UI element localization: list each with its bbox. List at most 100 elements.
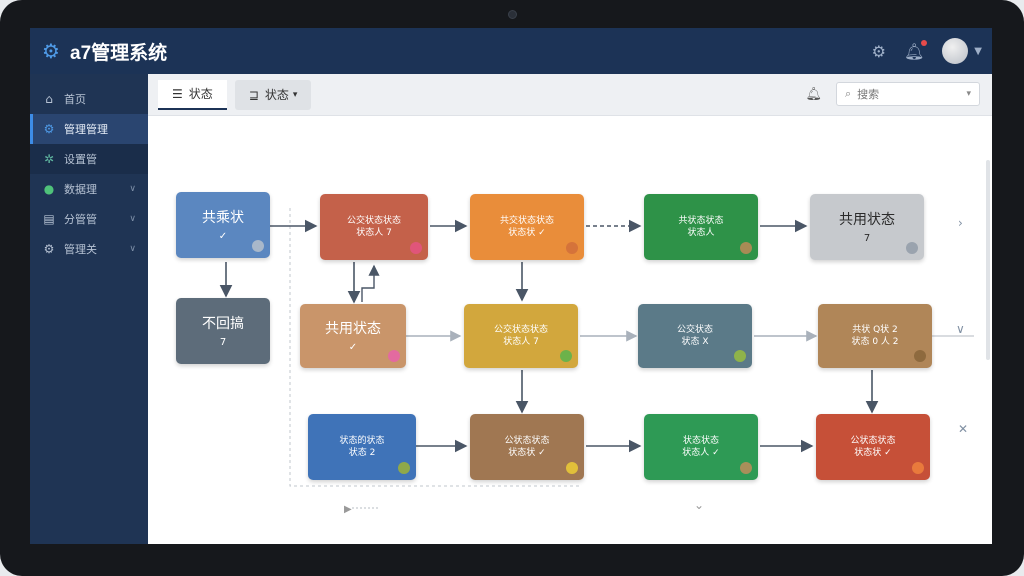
close-icon[interactable]: ✕ <box>958 422 968 436</box>
top-bar: ⚙ a7管理系统 ⚙ 🔔︎ ▼ <box>30 28 992 74</box>
flow-node[interactable]: 公交状态 状态 X <box>638 304 752 368</box>
flow-node[interactable]: 公状态状态 状态状 ✓ <box>470 414 584 480</box>
node-subtitle: 状态状 ✓ <box>508 228 546 238</box>
notification-dot <box>921 39 928 46</box>
gear-logo-icon: ⚙ <box>42 39 60 63</box>
flow-node[interactable]: 状态的状态 状态 2 <box>308 414 416 480</box>
status-dot <box>252 240 264 252</box>
node-title: 公状态状态 <box>850 436 896 446</box>
node-subtitle: 状态 0 人 2 <box>851 337 899 347</box>
chevron-down-icon: ∨ <box>129 214 136 224</box>
chevron-down-icon[interactable]: ▾ <box>966 89 971 99</box>
flow-node[interactable]: 共乘状 ✓ <box>176 192 270 258</box>
calendar-icon: ▤ <box>43 212 55 226</box>
avatar[interactable] <box>942 38 969 64</box>
status-dot <box>388 350 400 362</box>
status-dot <box>740 242 752 254</box>
tab-status-flow[interactable]: ⊒ 状态 ▾ <box>234 79 312 110</box>
chevron-down-icon[interactable]: ∨ <box>956 322 965 336</box>
node-title: 共状态状态 <box>678 216 724 226</box>
users-icon: ✲ <box>43 152 55 166</box>
top-right-actions: ⚙ 🔔︎ ▼ <box>872 28 982 74</box>
sidebar-item-data[interactable]: ● 数据理 ∨ <box>30 174 148 204</box>
flow-node[interactable]: 共状 Q状 2 状态 0 人 2 <box>818 304 932 368</box>
status-dot <box>398 462 410 474</box>
chevron-down-icon[interactable]: ▼ <box>974 46 982 57</box>
play-icon[interactable]: ▶ <box>344 504 352 515</box>
bell-icon[interactable]: 🔔︎ <box>805 87 822 102</box>
flow-canvas: 共乘状 ✓ 不回搞 7 公交状态状态 状态人 7 共用状态 ✓ 状态的状态 状态… <box>148 116 992 544</box>
node-subtitle: ✓ <box>218 230 228 242</box>
flow-node[interactable]: 公交状态状态 状态人 7 <box>320 194 428 260</box>
flow-node[interactable]: 不回搞 7 <box>176 298 270 364</box>
node-title: 公交状态状态 <box>346 216 401 226</box>
sidebar-item-label: 数据理 <box>64 183 97 196</box>
sidebar-item-label: 首页 <box>64 93 86 106</box>
node-subtitle: 状态状 ✓ <box>508 448 546 458</box>
sidebar-item-settings[interactable]: ✲ 设置管 <box>30 144 148 174</box>
chevron-down-icon: ▾ <box>292 89 298 100</box>
node-subtitle: 状态 X <box>681 337 709 347</box>
node-title: 共用状态 <box>839 211 895 228</box>
chevron-down-icon: ∨ <box>129 244 136 254</box>
brand: ⚙ a7管理系统 <box>40 38 167 65</box>
sidebar-item-branch[interactable]: ▤ 分管管 ∨ <box>30 204 148 234</box>
node-title: 公交状态 <box>676 325 713 335</box>
sidebar-item-management[interactable]: ⚙ 管理管理 <box>30 114 148 144</box>
flow-icon: ⊒ <box>248 87 259 102</box>
node-subtitle: 状态人 ✓ <box>682 448 720 458</box>
tab-label: 状态 <box>188 87 213 101</box>
toolbar-right: 🔔︎ ⌕ ▾ <box>805 82 980 106</box>
node-title: 状态状态 <box>682 436 719 446</box>
node-subtitle: 7 <box>863 232 871 244</box>
node-title: 不回搞 <box>202 315 244 332</box>
status-dot <box>914 350 926 362</box>
flow-node[interactable]: 共用状态 ✓ <box>300 304 406 368</box>
status-dot <box>734 350 746 362</box>
node-subtitle: 状态人 <box>687 228 715 238</box>
node-title: 共交状态状态 <box>499 216 554 226</box>
tab-label: 状态 <box>264 88 289 102</box>
home-icon: ⌂ <box>45 92 53 106</box>
sidebar-item-label: 管理管理 <box>64 123 108 136</box>
sidebar-item-admin[interactable]: ⚙ 管理关 ∨ <box>30 234 148 264</box>
node-subtitle: ✓ <box>348 341 358 353</box>
flow-node[interactable]: 公交状态状态 状态人 7 <box>464 304 578 368</box>
scrollbar[interactable] <box>986 160 990 360</box>
status-dot <box>410 242 422 254</box>
status-dot <box>906 242 918 254</box>
search-box[interactable]: ⌕ ▾ <box>836 82 980 106</box>
node-title: 状态的状态 <box>339 436 385 446</box>
chevron-right-icon[interactable]: › <box>958 216 963 230</box>
node-title: 公状态状态 <box>504 436 550 446</box>
gear-icon: ⚙ <box>43 242 55 256</box>
sidebar-item-label: 分管管 <box>64 213 97 226</box>
device-bezel: ⚙ a7管理系统 ⚙ 🔔︎ ▼ ⌂ 首页 ⚙ 管理管理 ✲ 设置管 ● 数据理 … <box>0 0 1024 576</box>
node-title: 公交状态状态 <box>493 325 548 335</box>
status-dot <box>912 462 924 474</box>
status-dot <box>740 462 752 474</box>
flow-node[interactable]: 共状态状态 状态人 <box>644 194 758 260</box>
flow-node[interactable]: 状态状态 状态人 ✓ <box>644 414 758 480</box>
camera-icon <box>508 10 517 19</box>
node-subtitle: 状态 2 <box>348 448 376 458</box>
flow-node[interactable]: 公状态状态 状态状 ✓ <box>816 414 930 480</box>
status-dot <box>566 242 578 254</box>
flow-node[interactable]: 共交状态状态 状态状 ✓ <box>470 194 584 260</box>
node-subtitle: 状态人 7 <box>503 337 539 347</box>
node-subtitle: 状态人 7 <box>356 228 392 238</box>
app-title: a7管理系统 <box>70 42 168 64</box>
search-input[interactable] <box>857 87 948 101</box>
tab-status-list[interactable]: ☰ 状态 <box>158 79 227 110</box>
screen: ⚙ a7管理系统 ⚙ 🔔︎ ▼ ⌂ 首页 ⚙ 管理管理 ✲ 设置管 ● 数据理 … <box>30 28 992 544</box>
node-title: 共乘状 <box>202 209 244 226</box>
settings-icon[interactable]: ⚙ <box>872 42 886 61</box>
main-content: ☰ 状态 ⊒ 状态 ▾ 🔔︎ ⌕ ▾ <box>148 74 992 544</box>
search-icon: ⌕ <box>845 87 852 100</box>
flow-node[interactable]: 共用状态 7 <box>810 194 924 260</box>
chevron-down-icon[interactable]: ⌄ <box>694 498 704 512</box>
sidebar-item-home[interactable]: ⌂ 首页 <box>30 84 148 114</box>
bell-icon[interactable]: 🔔︎ <box>904 39 928 61</box>
node-subtitle: 7 <box>219 336 227 348</box>
status-dot <box>566 462 578 474</box>
